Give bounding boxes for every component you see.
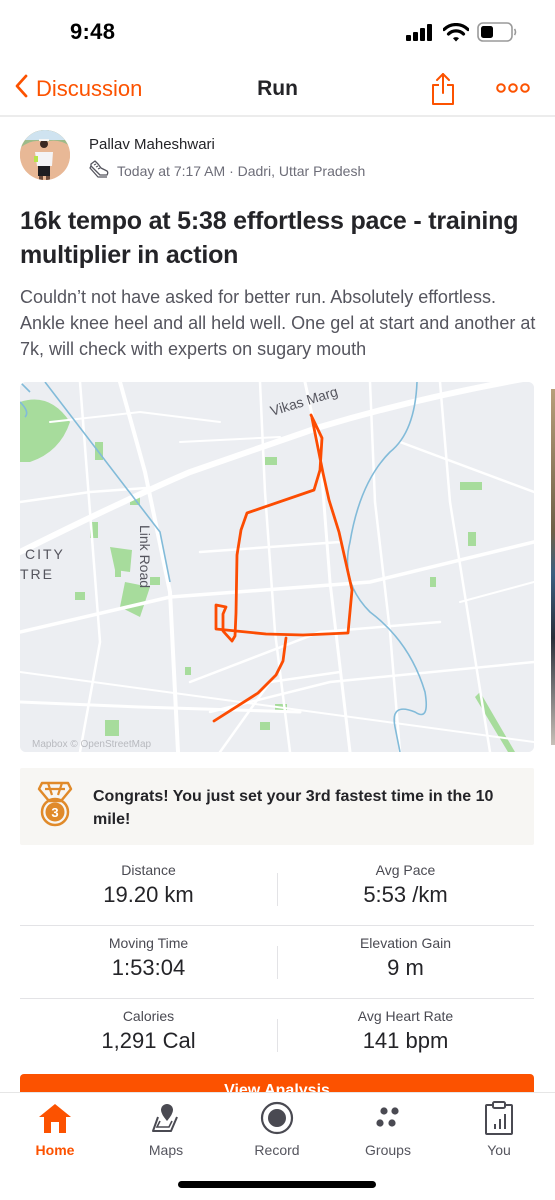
- stats-row: Calories 1,291 Cal Avg Heart Rate 141 bp…: [20, 999, 534, 1072]
- stat-value: 1,291 Cal: [101, 1028, 196, 1053]
- maps-icon: [121, 1099, 211, 1137]
- running-shoe-icon: [89, 160, 109, 181]
- activity-description: Couldn’t not have asked for better run. …: [20, 287, 536, 359]
- stat-value: 9 m: [387, 955, 424, 980]
- map-attribution: Mapbox © OpenStreetMap: [32, 739, 152, 750]
- map-label-area-2: TRE: [20, 566, 54, 582]
- more-button[interactable]: [496, 81, 530, 99]
- status-bar: 9:48: [0, 0, 555, 62]
- stat-value: 1:53:04: [111, 955, 186, 980]
- wifi-icon: [442, 22, 470, 47]
- stat-label: Avg Heart Rate: [357, 1008, 454, 1024]
- tab-label: You: [487, 1142, 511, 1158]
- share-button[interactable]: [431, 72, 455, 111]
- stat-moving-time: Moving Time 1:53:04: [20, 926, 277, 981]
- stat-calories: Calories 1,291 Cal: [20, 999, 277, 1054]
- tab-label: Maps: [148, 1142, 184, 1158]
- nav-bar: Discussion Run: [0, 62, 555, 117]
- stat-label: Moving Time: [108, 935, 189, 951]
- back-label: Discussion: [36, 76, 143, 101]
- stat-value: 5:53 /km: [363, 882, 448, 907]
- map-label-road-2: Link Road: [137, 525, 153, 588]
- chevron-left-icon: [14, 74, 28, 104]
- achievement-banner[interactable]: 3 Congrats! You just set your 3rd fastes…: [20, 768, 534, 845]
- tab-groups[interactable]: Groups: [343, 1099, 433, 1158]
- more-icon: [496, 81, 530, 98]
- medal-3rd-icon: 3: [37, 781, 73, 832]
- home-indicator: [178, 1181, 376, 1188]
- share-icon: [431, 73, 455, 110]
- avatar[interactable]: [20, 130, 70, 180]
- activity-meta-text: Today at 7:17 AM · Dadri, Uttar Pradesh: [117, 162, 366, 179]
- stat-label: Avg Pace: [375, 862, 436, 878]
- tab-you[interactable]: You: [454, 1099, 544, 1158]
- stats-row: Distance 19.20 km Avg Pace 5:53 /km: [20, 853, 534, 926]
- stat-distance: Distance 19.20 km: [20, 853, 277, 908]
- status-time: 9:48: [70, 19, 116, 44]
- stats-row: Moving Time 1:53:04 Elevation Gain 9 m: [20, 926, 534, 999]
- record-icon: [232, 1099, 322, 1137]
- tab-record[interactable]: Record: [232, 1099, 322, 1158]
- status-icons: [405, 22, 517, 47]
- you-clipboard-icon: [454, 1099, 544, 1137]
- cellular-signal-icon: [405, 23, 435, 46]
- battery-icon: [477, 22, 517, 47]
- tab-label: Record: [254, 1142, 300, 1158]
- stats-grid: Distance 19.20 km Avg Pace 5:53 /km Movi…: [20, 853, 534, 1072]
- tab-label: Groups: [365, 1142, 411, 1158]
- athlete-name[interactable]: Pallav Maheshwari: [89, 136, 215, 153]
- stat-label: Calories: [122, 1008, 175, 1024]
- stat-avg-pace: Avg Pace 5:53 /km: [277, 853, 534, 908]
- athlete-header: Pallav Maheshwari Today at 7:17 AM · Dad…: [20, 130, 540, 186]
- tab-label: Home: [35, 1142, 75, 1158]
- groups-icon: [343, 1099, 433, 1137]
- route-map[interactable]: Vikas Marg Link Road CITY TRE Mapbox © O…: [20, 382, 534, 752]
- stat-value: 19.20 km: [103, 882, 194, 907]
- tab-home[interactable]: Home: [10, 1099, 100, 1158]
- activity-title: 16k tempo at 5:38 effortless pace - trai…: [20, 207, 519, 269]
- tab-maps[interactable]: Maps: [121, 1099, 211, 1158]
- stat-value: 141 bpm: [362, 1028, 449, 1053]
- stat-label: Elevation Gain: [359, 935, 452, 951]
- stat-elevation-gain: Elevation Gain 9 m: [277, 926, 534, 981]
- activity-meta: Today at 7:17 AM · Dadri, Uttar Pradesh: [89, 160, 365, 181]
- stat-label: Distance: [121, 862, 176, 878]
- medal-rank: 3: [51, 805, 58, 820]
- stat-avg-heart-rate: Avg Heart Rate 141 bpm: [277, 999, 534, 1054]
- home-icon: [10, 1099, 100, 1137]
- next-photo-preview[interactable]: [551, 389, 555, 745]
- achievement-text: Congrats! You just set your 3rd fastest …: [93, 788, 494, 828]
- map-label-area-1: CITY: [25, 546, 65, 562]
- back-button[interactable]: Discussion: [14, 74, 142, 104]
